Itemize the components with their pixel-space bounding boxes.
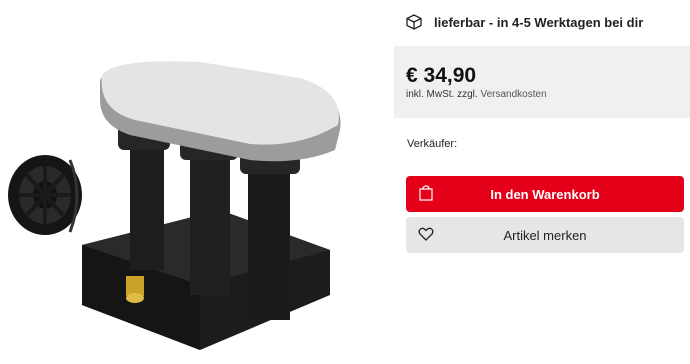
f-connector <box>126 276 144 303</box>
product-image <box>8 61 341 350</box>
add-to-cart-button[interactable]: In den Warenkorb <box>406 176 684 212</box>
feed-ring <box>8 155 82 235</box>
add-to-cart-label: In den Warenkorb <box>490 186 600 202</box>
tax-text: inkl. MwSt. zzgl. <box>406 89 478 100</box>
heart-icon <box>418 227 434 241</box>
watchlist-button[interactable]: Artikel merken <box>406 217 684 253</box>
price: € 34,90 <box>406 64 477 87</box>
price-box: € 34,90 inkl. MwSt. zzgl. Versandkosten <box>394 46 690 118</box>
delivery-text: lieferbar - in 4-5 Werktagen bei dir <box>434 14 644 30</box>
cart-icon <box>419 185 433 201</box>
delivery-info: lieferbar - in 4-5 Werktagen bei dir <box>406 12 643 32</box>
tax-note: inkl. MwSt. zzgl. Versandkosten <box>406 89 547 100</box>
watchlist-label: Artikel merken <box>503 227 587 243</box>
shipping-link[interactable]: Versandkosten <box>480 89 546 100</box>
package-icon <box>406 14 422 30</box>
seller-label: Verkäufer: <box>407 138 458 150</box>
